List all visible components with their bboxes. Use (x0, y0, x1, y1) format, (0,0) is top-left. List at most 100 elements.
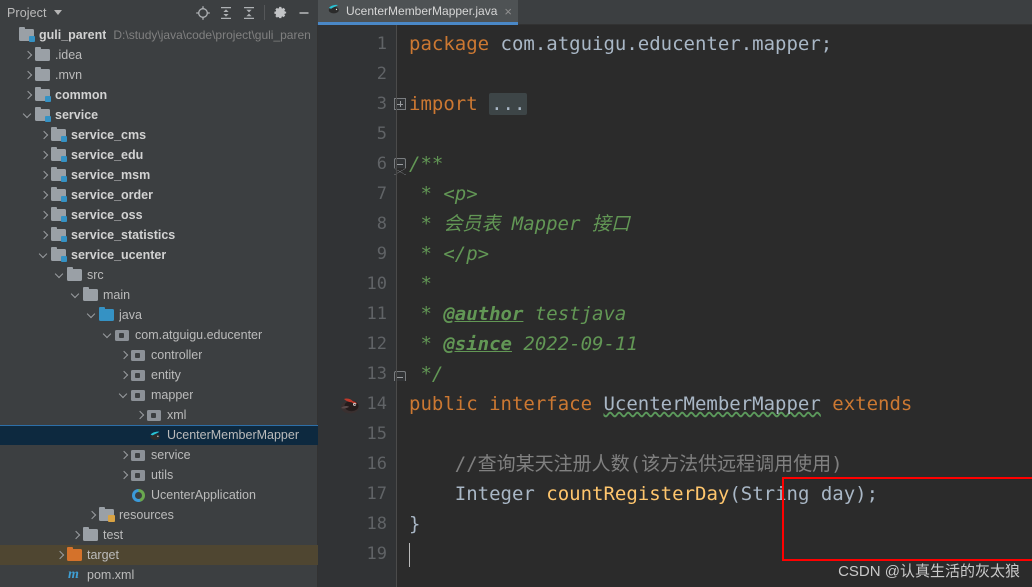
editor-tab-ucentermembermapper[interactable]: UcenterMemberMapper.java × (318, 0, 518, 25)
tree-row-service-cms[interactable]: service_cms (0, 125, 318, 145)
chevron-right-icon[interactable] (38, 230, 49, 241)
chevron-down-icon[interactable] (70, 290, 81, 301)
tree-row-com-atguigu-educenter[interactable]: com.atguigu.educenter (0, 325, 318, 345)
chevron-right-icon[interactable] (22, 90, 33, 101)
line-number: 5 (376, 124, 387, 144)
project-tree[interactable]: guli_parent D:\study\java\code\project\gu… (0, 25, 318, 587)
code-token: */ (409, 363, 444, 385)
expand-all-icon[interactable] (214, 1, 237, 24)
line-number: 19 (366, 544, 387, 564)
tree-row-controller[interactable]: controller (0, 345, 318, 365)
chevron-right-icon[interactable] (38, 210, 49, 221)
code-line: import ... (409, 89, 1032, 119)
chevron-right-icon[interactable] (86, 510, 97, 521)
module-folder-icon (51, 226, 67, 243)
code-editor[interactable]: 1 2 3 5 6 7 8 9 10 11 12 13 14 15 16 17 18 19 package com… (318, 25, 1032, 587)
code-token: //查询某天注册人数(该方法供远程调用使用) (409, 453, 843, 475)
project-toolwindow-title[interactable]: Project (7, 6, 47, 20)
tree-row-service[interactable]: service (0, 105, 318, 125)
chevron-right-icon[interactable] (118, 450, 129, 461)
module-folder-icon (51, 206, 67, 223)
tree-row-mapper[interactable]: mapper (0, 385, 318, 405)
tree-row-src[interactable]: src (0, 265, 318, 285)
tree-row-label: entity (151, 368, 181, 382)
tree-row-main[interactable]: main (0, 285, 318, 305)
tree-row-label: UcenterMemberMapper (167, 428, 299, 442)
chevron-down-icon[interactable] (102, 330, 113, 341)
chevron-right-icon[interactable] (38, 190, 49, 201)
project-toolwindow-header: Project (0, 0, 318, 25)
chevron-right-icon[interactable] (134, 410, 145, 421)
line-number: 9 (376, 244, 387, 264)
tree-row-test[interactable]: test (0, 525, 318, 545)
tree-row-xml[interactable]: xml (0, 405, 318, 425)
chevron-down-icon[interactable] (53, 10, 62, 15)
project-path: D:\study\java\code\project\guli_paren (113, 28, 311, 42)
editor-gutter[interactable]: 1 2 3 5 6 7 8 9 10 11 12 13 14 15 16 17 18 19 (318, 25, 406, 587)
chevron-right-icon[interactable] (70, 530, 81, 541)
tree-row-label: controller (151, 348, 203, 362)
module-folder-icon (51, 126, 67, 143)
chevron-right-icon[interactable] (118, 350, 129, 361)
tree-row-service-statistics[interactable]: service_statistics (0, 225, 318, 245)
tree-row-resources[interactable]: resources (0, 505, 318, 525)
gear-icon[interactable] (269, 1, 292, 24)
tree-row-label: mapper (151, 388, 194, 402)
tree-row-label: service_order (71, 188, 154, 202)
top-bar: Project UcenterMemberMapper.java × (0, 0, 1032, 25)
tree-row-service-edu[interactable]: service_edu (0, 145, 318, 165)
chevron-right-icon[interactable] (54, 550, 65, 561)
tree-row-target[interactable]: target (0, 545, 318, 565)
tree-row-label: service_statistics (71, 228, 176, 242)
chevron-right-icon[interactable] (22, 50, 33, 61)
no-toggle (118, 490, 129, 501)
tree-row--mvn[interactable]: .mvn (0, 65, 318, 85)
tree-row-label: service (151, 448, 191, 462)
tree-row-entity[interactable]: entity (0, 365, 318, 385)
line-number: 15 (366, 424, 387, 444)
tree-row-service-ucenter[interactable]: service_ucenter (0, 245, 318, 265)
chevron-right-icon[interactable] (118, 470, 129, 481)
tree-row--idea[interactable]: .idea (0, 45, 318, 65)
code-token: day); (809, 483, 879, 505)
mybatis-bird-icon[interactable] (338, 395, 360, 414)
close-icon[interactable]: × (504, 5, 512, 18)
tree-row-service[interactable]: service (0, 445, 318, 465)
module-folder-icon (19, 26, 35, 43)
tree-row-common[interactable]: common (0, 85, 318, 105)
collapse-all-icon[interactable] (237, 1, 260, 24)
tree-row-service-msm[interactable]: service_msm (0, 165, 318, 185)
chevron-down-icon[interactable] (22, 110, 33, 121)
chevron-down-icon[interactable] (54, 270, 65, 281)
module-folder-icon (51, 166, 67, 183)
tree-row-service-order[interactable]: service_order (0, 185, 318, 205)
editor-code-area[interactable]: package com.atguigu.educenter.mapper; imp… (396, 25, 1032, 587)
tree-row-label: utils (151, 468, 174, 482)
chevron-down-icon[interactable] (118, 390, 129, 401)
chevron-right-icon[interactable] (38, 150, 49, 161)
tree-row-guli-parent[interactable]: guli_parent D:\study\java\code\project\gu… (0, 25, 318, 45)
chevron-right-icon[interactable] (22, 70, 33, 81)
tree-row-pom-xml[interactable]: m pom.xml (0, 565, 318, 585)
chevron-right-icon[interactable] (38, 130, 49, 141)
line-number: 6 (318, 149, 406, 179)
tree-row-label: common (55, 88, 108, 102)
code-line: * 会员表 Mapper 接口 (409, 209, 1032, 239)
tree-row-ucenterapplication[interactable]: UcenterApplication (0, 485, 318, 505)
tree-row-service-oss[interactable]: service_oss (0, 205, 318, 225)
tree-row-java[interactable]: java (0, 305, 318, 325)
locate-icon[interactable] (191, 1, 214, 24)
chevron-down-icon[interactable] (38, 250, 49, 261)
code-token: ( (729, 483, 741, 505)
code-line: */ (409, 359, 1032, 389)
tree-row-ucentermembermapper[interactable]: UcenterMemberMapper (0, 425, 318, 445)
chevron-down-icon[interactable] (86, 310, 97, 321)
folded-import-placeholder[interactable]: ... (489, 93, 528, 115)
chevron-right-icon[interactable] (118, 370, 129, 381)
tree-row-utils[interactable]: utils (0, 465, 318, 485)
minimize-icon[interactable] (292, 1, 315, 24)
chevron-right-icon[interactable] (38, 170, 49, 181)
tree-row-label: guli_parent (39, 28, 107, 42)
package-icon (131, 447, 147, 463)
